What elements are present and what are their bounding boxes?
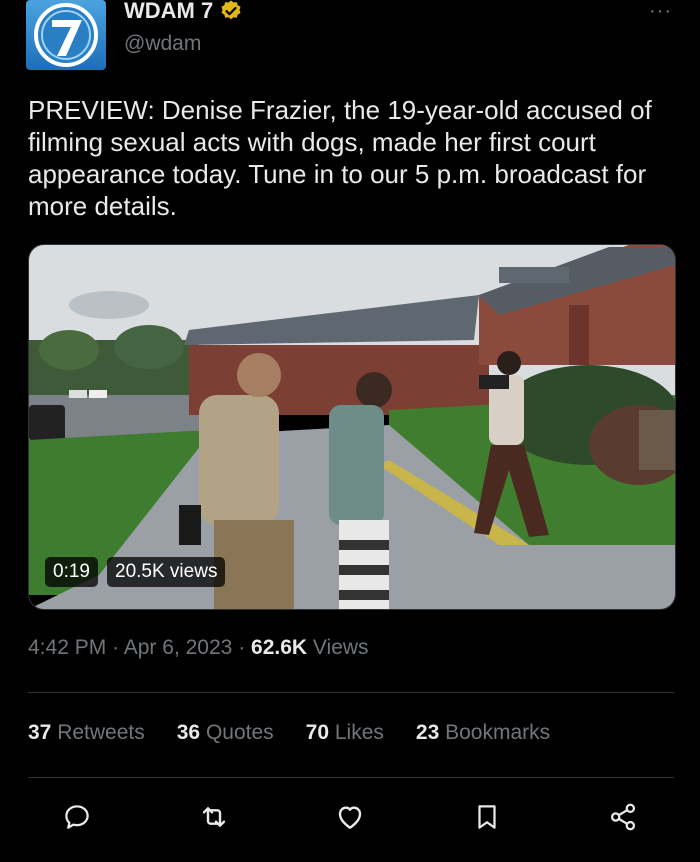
meta-separator: · bbox=[112, 636, 120, 659]
tweet-meta: 4:42 PM · Apr 6, 2023 · 62.6K Views bbox=[28, 636, 369, 660]
stat-likes[interactable]: 70 Likes bbox=[306, 721, 384, 745]
stat-bookmarks[interactable]: 23 Bookmarks bbox=[416, 721, 550, 745]
divider bbox=[28, 777, 674, 778]
account-handle[interactable]: @wdam bbox=[124, 32, 201, 56]
divider bbox=[28, 692, 674, 693]
video-views-badge: 20.5K views bbox=[107, 557, 226, 587]
video-player[interactable] bbox=[28, 244, 676, 610]
video-frame bbox=[29, 245, 675, 609]
share-button[interactable] bbox=[606, 800, 640, 834]
account-name-text[interactable]: WDAM 7 bbox=[124, 0, 213, 24]
tweet-text: PREVIEW: Denise Frazier, the 19-year-old… bbox=[28, 95, 652, 221]
like-icon bbox=[338, 806, 362, 829]
tweet-view-label: Views bbox=[312, 636, 369, 659]
stat-count: 37 bbox=[28, 721, 52, 744]
retweet-button[interactable] bbox=[197, 800, 231, 834]
stat-count: 70 bbox=[305, 721, 330, 744]
tweet-date[interactable]: Apr 6, 2023 bbox=[124, 636, 233, 659]
reply-button[interactable] bbox=[60, 800, 94, 834]
like-button[interactable] bbox=[333, 800, 367, 834]
verified-badge-icon bbox=[221, 0, 241, 20]
action-bar bbox=[60, 800, 640, 834]
video-duration-badge: 0:19 bbox=[45, 557, 98, 587]
stat-quotes[interactable]: 36 Quotes bbox=[177, 721, 274, 745]
bookmark-icon bbox=[477, 805, 496, 829]
bookmark-button[interactable] bbox=[470, 800, 504, 834]
tweet-time[interactable]: 4:42 PM bbox=[28, 636, 106, 659]
avatar[interactable] bbox=[26, 0, 106, 70]
stat-label: Retweets bbox=[57, 721, 145, 744]
stat-label: Likes bbox=[334, 721, 384, 744]
tweet-view-count: 62.6K bbox=[251, 636, 308, 659]
meta-separator: · bbox=[238, 636, 246, 659]
stat-retweets[interactable]: 37 Retweets bbox=[28, 721, 145, 745]
more-options-button[interactable]: ··· bbox=[649, 0, 672, 23]
wdam-logo bbox=[34, 3, 98, 67]
reply-icon bbox=[65, 805, 89, 829]
stat-count: 36 bbox=[176, 721, 201, 744]
stat-label: Bookmarks bbox=[445, 721, 551, 744]
share-icon bbox=[610, 803, 636, 831]
stat-count: 23 bbox=[415, 721, 440, 744]
stat-label: Quotes bbox=[205, 721, 274, 744]
account-name[interactable]: WDAM 7 bbox=[124, 0, 243, 24]
engagement-stats: 37 Retweets 36 Quotes 70 Likes 23 Bookma… bbox=[28, 721, 582, 745]
retweet-icon bbox=[202, 807, 225, 827]
